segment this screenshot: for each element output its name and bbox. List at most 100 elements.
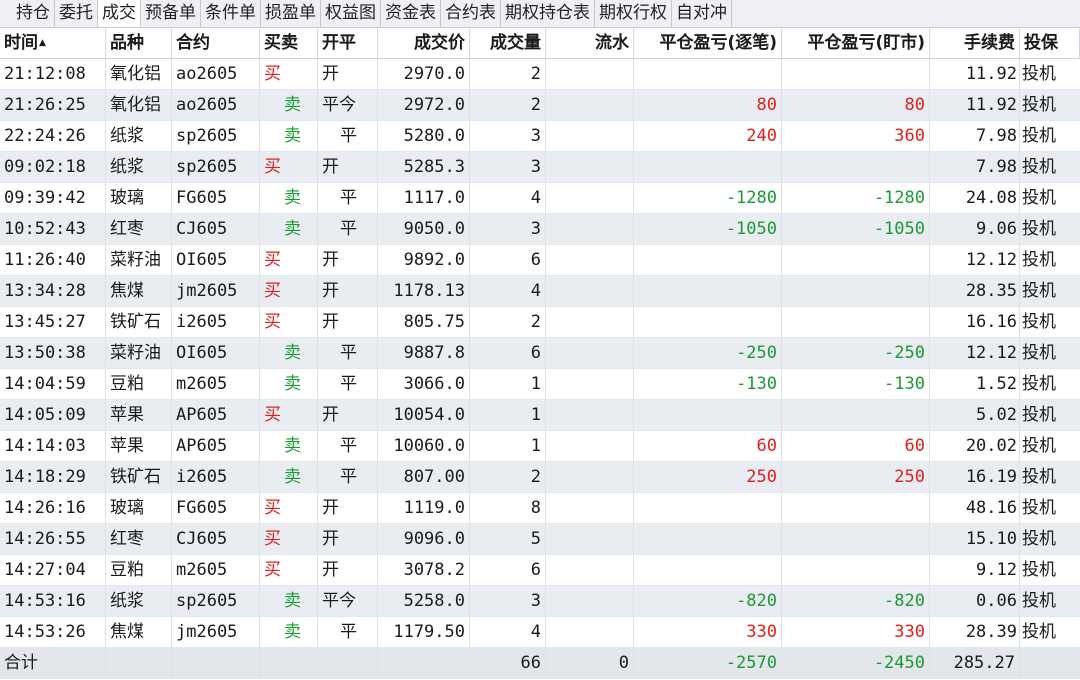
- table-row[interactable]: 14:53:16 纸浆 sp2605 卖平今 5258.0 3 -820 -820 0.06 投机: [0, 586, 1080, 617]
- cell-time: 14:18:29: [0, 462, 106, 492]
- cell-pnl-trade: -250: [634, 338, 782, 368]
- cell-pnl-mtm: 330: [782, 617, 930, 647]
- cell-pnl-trade: 330: [634, 617, 782, 647]
- tab-2[interactable]: 成交: [98, 0, 141, 27]
- cell-contract: sp2605: [172, 152, 260, 182]
- tab-10[interactable]: 期权行权: [595, 0, 672, 27]
- cell-pnl-trade: [634, 276, 782, 306]
- cell-pnl-mtm: [782, 245, 930, 275]
- total-qty: 66: [470, 648, 546, 678]
- cell-side: 买: [260, 555, 318, 585]
- cell-time: 14:27:04: [0, 555, 106, 585]
- cell-pnl-trade: [634, 152, 782, 182]
- table-row[interactable]: 14:18:29 铁矿石 i2605 卖平 807.00 2 250 250 16.19 投机: [0, 462, 1080, 493]
- header-time[interactable]: 时间▲: [0, 28, 106, 58]
- tab-9[interactable]: 期权持仓表: [501, 0, 595, 27]
- tab-5[interactable]: 损盈单: [261, 0, 321, 27]
- tab-0[interactable]: 持仓: [12, 0, 55, 27]
- cell-side: 买: [260, 59, 318, 89]
- cell-hedge: 投机: [1022, 560, 1056, 580]
- cell-pnl-trade: -130: [634, 369, 782, 399]
- cell-contract: sp2605: [172, 586, 260, 616]
- cell-time: 09:02:18: [0, 152, 106, 182]
- cell-flow: [546, 400, 634, 430]
- trades-table: 时间▲ 品种 合约 买卖 开平 成交价 成交量 流水 平仓盈亏(逐笔) 平仓盈亏…: [0, 28, 1080, 680]
- cell-qty: 1: [470, 431, 546, 461]
- cell-price: 9096.0: [378, 524, 470, 554]
- header-side[interactable]: 买卖: [260, 28, 318, 58]
- tab-8[interactable]: 合约表: [441, 0, 501, 27]
- table-row[interactable]: 21:12:08 氧化铝 ao2605 买开 2970.0 2 11.92 投机: [0, 59, 1080, 90]
- table-row[interactable]: 10:52:43 红枣 CJ605 卖平 9050.0 3 -1050 -1050 9.06 投机: [0, 214, 1080, 245]
- cell-side: 卖: [260, 369, 318, 399]
- header-hedge[interactable]: 投保: [1020, 28, 1080, 58]
- tab-11[interactable]: 自对冲: [672, 0, 732, 27]
- table-row[interactable]: 13:45:27 铁矿石 i2605 买开 805.75 2 16.16 投机: [0, 307, 1080, 338]
- cell-pnl-mtm: [782, 152, 930, 182]
- cell-flow: [546, 493, 634, 523]
- table-row[interactable]: 09:39:42 玻璃 FG605 卖平 1117.0 4 -1280 -1280 24.08 投…: [0, 183, 1080, 214]
- header-product[interactable]: 品种: [106, 28, 172, 58]
- cell-product: 氧化铝: [106, 59, 172, 89]
- cell-contract: FG605: [172, 183, 260, 213]
- header-pnl-mtm[interactable]: 平仓盈亏(盯市): [782, 28, 930, 58]
- cell-fee: 5.02: [930, 400, 1020, 430]
- table-row[interactable]: 14:26:16 玻璃 FG605 买开 1119.0 8 48.16 投机: [0, 493, 1080, 524]
- header-fee[interactable]: 手续费: [930, 28, 1020, 58]
- table-row[interactable]: 09:02:18 纸浆 sp2605 买开 5285.3 3 7.98 投机: [0, 152, 1080, 183]
- tab-4[interactable]: 条件单: [201, 0, 261, 27]
- tab-3[interactable]: 预备单: [141, 0, 201, 27]
- tab-1[interactable]: 委托: [55, 0, 98, 27]
- tab-7[interactable]: 资金表: [381, 0, 441, 27]
- table-row[interactable]: 13:50:38 菜籽油 OI605 卖平 9887.8 6 -250 -250 12.12 投机: [0, 338, 1080, 369]
- table-row[interactable]: 21:26:25 氧化铝 ao2605 卖平今 2972.0 2 80 80 11.92 投机: [0, 90, 1080, 121]
- cell-pnl-mtm: -820: [782, 586, 930, 616]
- cell-pnl-mtm: [782, 276, 930, 306]
- cell-contract: AP605: [172, 431, 260, 461]
- total-row: 合计 66 0 -2570 -2450 285.27: [0, 648, 1080, 679]
- cell-price: 10054.0: [378, 400, 470, 430]
- cell-flow: [546, 555, 634, 585]
- cell-qty: 2: [470, 462, 546, 492]
- cell-flow: [546, 152, 634, 182]
- table-row[interactable]: 14:26:55 红枣 CJ605 买开 9096.0 5 15.10 投机: [0, 524, 1080, 555]
- cell-pnl-trade: -820: [634, 586, 782, 616]
- cell-pnl-trade: 250: [634, 462, 782, 492]
- table-row[interactable]: 14:14:03 苹果 AP605 卖平 10060.0 1 60 60 20.02 投机: [0, 431, 1080, 462]
- cell-flow: [546, 524, 634, 554]
- cell-pnl-mtm: [782, 493, 930, 523]
- table-row[interactable]: 13:34:28 焦煤 jm2605 买开 1178.13 4 28.35 投机: [0, 276, 1080, 307]
- cell-hedge: 投机: [1022, 529, 1056, 549]
- cell-product: 红枣: [106, 524, 172, 554]
- header-pnl-trade[interactable]: 平仓盈亏(逐笔): [634, 28, 782, 58]
- cell-open-close: 开: [318, 400, 378, 430]
- cell-fee: 24.08: [930, 183, 1020, 213]
- cell-side: 卖: [260, 431, 318, 461]
- cell-product: 焦煤: [106, 276, 172, 306]
- table-row[interactable]: 11:26:40 菜籽油 OI605 买开 9892.0 6 12.12 投机: [0, 245, 1080, 276]
- cell-qty: 2: [470, 307, 546, 337]
- cell-price: 9892.0: [378, 245, 470, 275]
- tab-6[interactable]: 权益图: [321, 0, 381, 27]
- header-qty[interactable]: 成交量: [470, 28, 546, 58]
- cell-fee: 15.10: [930, 524, 1020, 554]
- cell-fee: 9.12: [930, 555, 1020, 585]
- cell-hedge: 投机: [1022, 312, 1056, 332]
- cell-hedge: 投机: [1022, 405, 1056, 425]
- cell-pnl-trade: [634, 400, 782, 430]
- table-row[interactable]: 14:53:26 焦煤 jm2605 卖平 1179.50 4 330 330 28.39 投机: [0, 617, 1080, 648]
- header-open-close[interactable]: 开平: [318, 28, 378, 58]
- cell-side: 卖: [260, 338, 318, 368]
- header-flow[interactable]: 流水: [546, 28, 634, 58]
- cell-fee: 16.19: [930, 462, 1020, 492]
- table-row[interactable]: 14:04:59 豆粕 m2605 卖平 3066.0 1 -130 -130 1.52 投机: [0, 369, 1080, 400]
- cell-price: 2970.0: [378, 59, 470, 89]
- table-row[interactable]: 14:05:09 苹果 AP605 买开 10054.0 1 5.02 投机: [0, 400, 1080, 431]
- tab-bar: 持仓 委托 成交 预备单 条件单 损盈单 权益图 资金表 合约表 期权持仓表 期权行权 自对冲: [0, 0, 1080, 28]
- header-price[interactable]: 成交价: [378, 28, 470, 58]
- table-row[interactable]: 14:27:04 豆粕 m2605 买开 3078.2 6 9.12 投机: [0, 555, 1080, 586]
- table-row[interactable]: 22:24:26 纸浆 sp2605 卖平 5280.0 3 240 360 7.98 投机: [0, 121, 1080, 152]
- cell-contract: CJ605: [172, 524, 260, 554]
- total-empty-cell: [172, 648, 260, 678]
- header-contract[interactable]: 合约: [172, 28, 260, 58]
